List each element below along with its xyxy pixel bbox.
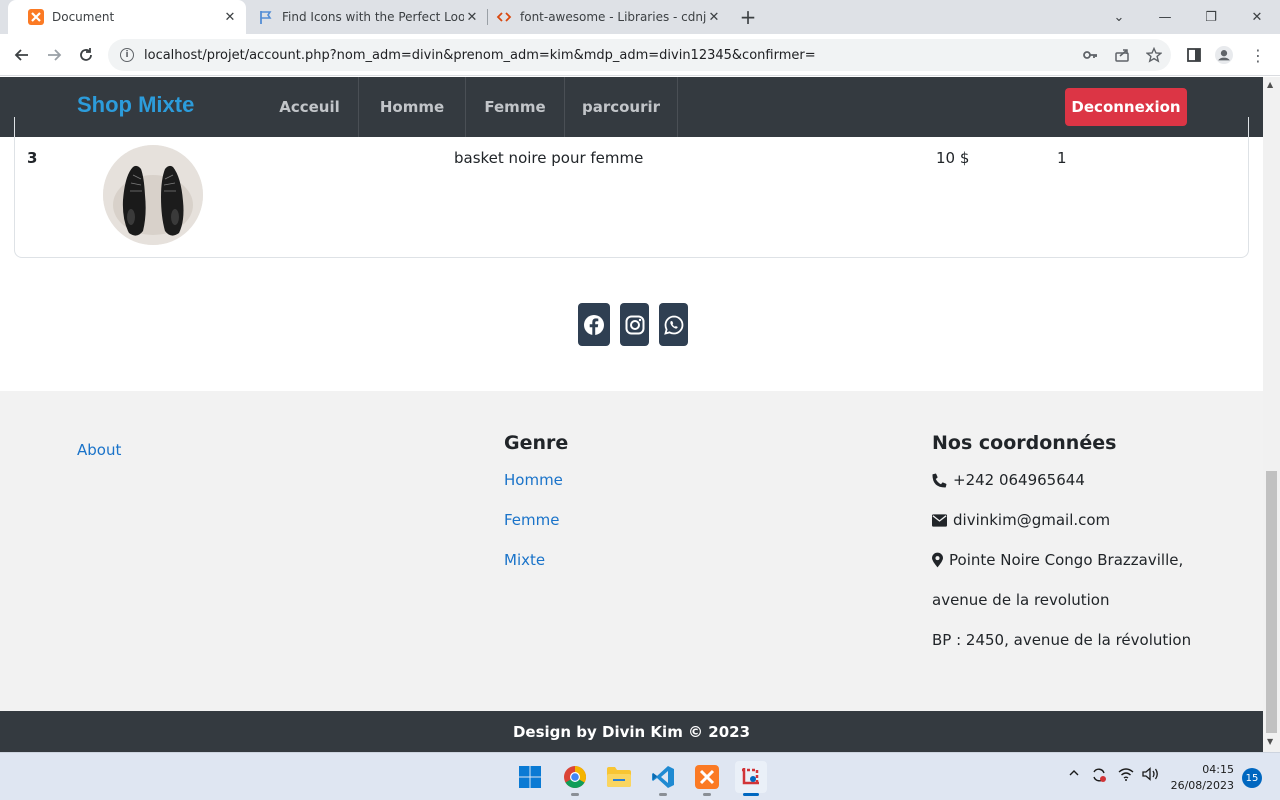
address-bar[interactable]: i localhost/projet/account.php?nom_adm=d… xyxy=(108,39,1171,71)
instagram-button[interactable] xyxy=(620,303,649,346)
tab-document[interactable]: Document ✕ xyxy=(8,0,246,34)
running-indicator xyxy=(703,793,711,796)
site-info-icon[interactable]: i xyxy=(120,48,134,62)
start-button[interactable] xyxy=(514,761,546,793)
back-arrow-icon xyxy=(14,49,28,61)
key-icon[interactable] xyxy=(1081,46,1099,64)
taskbar-chrome[interactable] xyxy=(559,761,591,796)
footer-contact-heading: Nos coordonnées xyxy=(932,432,1117,454)
envelope-icon xyxy=(932,513,947,527)
site-brand[interactable]: Shop Mixte xyxy=(77,92,194,118)
running-indicator xyxy=(571,793,579,796)
clock-date: 26/08/2023 xyxy=(1170,779,1234,792)
share-icon[interactable] xyxy=(1113,46,1131,64)
footer-link-homme[interactable]: Homme xyxy=(504,471,563,489)
taskbar-file-explorer[interactable] xyxy=(603,761,635,793)
po-box: BP : 2450, avenue de la révolution xyxy=(932,631,1192,649)
footer-phone: +242 064965644 xyxy=(932,471,1085,489)
facebook-button[interactable] xyxy=(578,303,610,346)
tab-title: Document xyxy=(52,10,115,24)
close-tab-icon[interactable]: ✕ xyxy=(222,9,238,25)
scroll-down-arrow-icon[interactable]: ▼ xyxy=(1267,737,1273,746)
email-address: divinkim@gmail.com xyxy=(953,511,1111,529)
browser-toolbar: i localhost/projet/account.php?nom_adm=d… xyxy=(0,34,1280,76)
volume-icon[interactable] xyxy=(1142,767,1160,785)
phone-icon xyxy=(932,473,947,488)
windows-logo-icon xyxy=(519,766,541,788)
bookmark-star-icon[interactable] xyxy=(1145,46,1163,64)
order-number: 3 xyxy=(27,149,38,167)
browser-tab-strip: Document ✕ Find Icons with the Perfect L… xyxy=(0,0,1280,34)
reload-icon xyxy=(80,48,92,61)
facebook-icon xyxy=(584,314,604,335)
footer-about-link[interactable]: About xyxy=(77,441,121,459)
product-image[interactable] xyxy=(103,145,203,245)
address-line-2: avenue de la revolution xyxy=(932,591,1110,609)
xampp-icon xyxy=(695,765,719,789)
close-window-button[interactable]: ✕ xyxy=(1234,0,1280,34)
tab-find-icons[interactable]: Find Icons with the Perfect Look ✕ xyxy=(238,0,488,34)
copyright-bar: Design by Divin Kim © 2023 xyxy=(0,711,1263,752)
instagram-icon xyxy=(625,315,644,334)
running-indicator xyxy=(659,793,667,796)
tray-overflow-chevron-icon[interactable] xyxy=(1068,767,1080,783)
product-description: basket noire pour femme xyxy=(454,149,644,167)
site-footer: About Genre Homme Femme Mixte Nos coordo… xyxy=(0,391,1263,711)
scroll-up-arrow-icon[interactable]: ▲ xyxy=(1267,80,1273,89)
footer-genre-heading: Genre xyxy=(504,432,569,454)
new-tab-button[interactable]: + xyxy=(736,5,760,29)
footer-link-femme[interactable]: Femme xyxy=(504,511,560,529)
back-button[interactable] xyxy=(8,41,36,69)
side-panel-icon[interactable] xyxy=(1185,46,1203,64)
page-viewport: Shop Mixte Acceuil Homme Femme parcourir… xyxy=(0,77,1263,752)
minimize-button[interactable]: — xyxy=(1142,0,1188,34)
tab-title: font-awesome - Libraries - cdnjs xyxy=(520,10,706,24)
close-tab-icon[interactable]: ✕ xyxy=(706,9,722,25)
footer-email: divinkim@gmail.com xyxy=(932,511,1110,529)
active-indicator xyxy=(743,793,759,796)
taskbar-vscode[interactable] xyxy=(647,761,679,796)
map-marker-icon xyxy=(932,552,943,568)
forward-arrow-icon xyxy=(48,49,62,61)
address-line-1: Pointe Noire Congo Brazzaville, xyxy=(949,551,1184,569)
scrollbar-thumb[interactable] xyxy=(1266,471,1277,733)
snipping-tool-icon xyxy=(742,768,759,785)
black-shoes-image xyxy=(103,145,203,245)
browser-menu-icon[interactable]: ⋮ xyxy=(1249,46,1267,65)
sync-alert-icon[interactable] xyxy=(1091,767,1107,787)
whatsapp-icon xyxy=(663,315,683,335)
xampp-favicon-icon xyxy=(28,9,44,25)
page-scrollbar[interactable]: ▲ ▼ xyxy=(1263,77,1280,752)
footer-link-mixte[interactable]: Mixte xyxy=(504,551,545,569)
taskbar-xampp[interactable] xyxy=(691,761,723,796)
reload-button[interactable] xyxy=(72,41,100,69)
notification-badge[interactable]: 15 xyxy=(1242,768,1262,788)
windows-taskbar: 04:15 26/08/2023 15 xyxy=(0,752,1280,800)
tab-search-icon[interactable]: ⌄ xyxy=(1096,0,1142,34)
footer-address: Pointe Noire Congo Brazzaville, xyxy=(932,551,1183,569)
system-clock[interactable]: 04:15 26/08/2023 xyxy=(1168,762,1234,794)
phone-number: +242 064965644 xyxy=(953,471,1085,489)
whatsapp-button[interactable] xyxy=(659,303,688,346)
product-quantity: 1 xyxy=(1057,149,1067,167)
forward-button[interactable] xyxy=(40,41,68,69)
product-price: 10 $ xyxy=(936,149,970,167)
tab-title: Find Icons with the Perfect Look xyxy=(282,10,464,24)
taskbar-snipping-tool[interactable] xyxy=(735,761,767,796)
url-text: localhost/projet/account.php?nom_adm=div… xyxy=(144,47,816,63)
wifi-icon[interactable] xyxy=(1118,767,1134,785)
folder-icon xyxy=(607,767,631,787)
profile-avatar-icon[interactable] xyxy=(1215,46,1233,64)
clock-time: 04:15 xyxy=(1202,763,1234,776)
restore-button[interactable]: ❐ xyxy=(1188,0,1234,34)
flag-favicon-icon xyxy=(258,9,274,25)
vscode-icon xyxy=(652,766,674,788)
code-favicon-icon xyxy=(496,9,512,25)
chrome-icon xyxy=(564,766,586,788)
tab-cdnjs[interactable]: font-awesome - Libraries - cdnjs ✕ xyxy=(476,0,730,34)
